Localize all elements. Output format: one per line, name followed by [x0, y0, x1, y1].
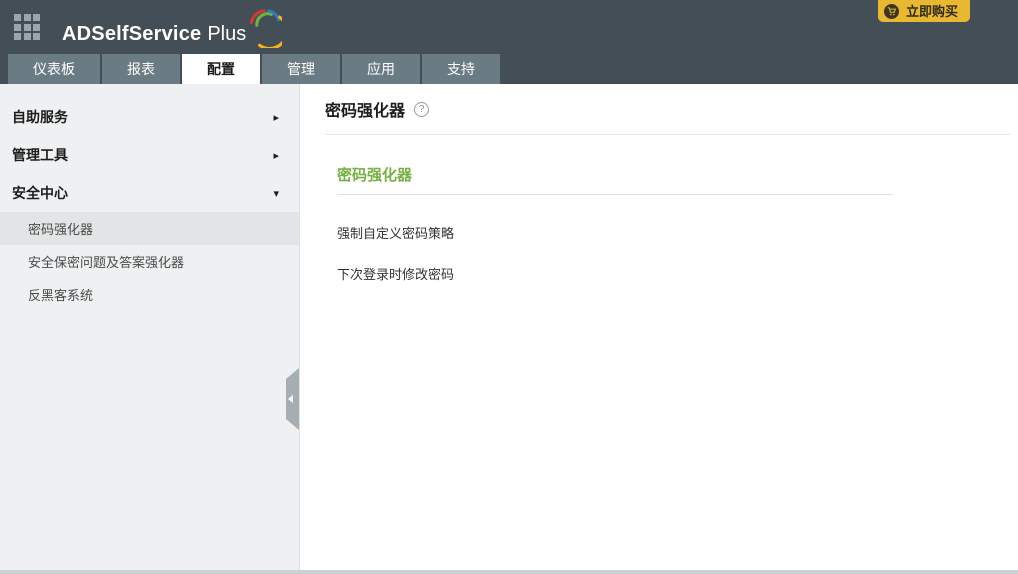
- chevron-down-icon: ▾: [273, 187, 279, 200]
- sidebar-group-label: 安全中心: [12, 183, 68, 203]
- tab-reports[interactable]: 报表: [102, 54, 180, 84]
- tab-dashboard[interactable]: 仪表板: [8, 54, 100, 84]
- tab-admin[interactable]: 管理: [262, 54, 340, 84]
- tab-application[interactable]: 应用: [342, 54, 420, 84]
- content-area: 自助服务 ▸ 管理工具 ▸ 安全中心 ▾ 密码强化器 安全保密问题及答案强化器 …: [0, 84, 1018, 570]
- buy-now-label: 立即购买: [906, 5, 958, 18]
- sidebar: 自助服务 ▸ 管理工具 ▸ 安全中心 ▾ 密码强化器 安全保密问题及答案强化器 …: [0, 84, 300, 570]
- sidebar-item-password-strengthener[interactable]: 密码强化器: [0, 212, 299, 245]
- header-row: ADSelfService Plus 立即购买: [0, 0, 1018, 54]
- sidebar-item-admin-tools[interactable]: 管理工具 ▸: [0, 136, 299, 174]
- sidebar-item-self-service[interactable]: 自助服务 ▸: [0, 98, 299, 136]
- chevron-right-icon: ▸: [273, 149, 279, 162]
- section-heading: 密码强化器: [337, 164, 1010, 185]
- tab-configuration[interactable]: 配置: [182, 54, 260, 84]
- app-grid-icon[interactable]: [14, 14, 40, 40]
- brand-logo: ADSelfService Plus: [62, 8, 282, 46]
- logo-swoosh-icon: [248, 8, 282, 48]
- page-title: 密码强化器: [325, 97, 405, 121]
- tab-support[interactable]: 支持: [422, 54, 500, 84]
- nav-tabs: 仪表板 报表 配置 管理 应用 支持: [0, 54, 1018, 84]
- sidebar-item-security-center[interactable]: 安全中心 ▾: [0, 174, 299, 212]
- password-strengthener-section: 密码强化器 强制自定义密码策略 下次登录时修改密码: [337, 164, 1010, 283]
- chevron-right-icon: ▸: [273, 111, 279, 124]
- title-divider: [325, 134, 1010, 135]
- brand-name: ADSelfService: [62, 23, 201, 46]
- sidebar-sub-label: 密码强化器: [28, 219, 93, 238]
- main-content: 密码强化器 ? 密码强化器 强制自定义密码策略 下次登录时修改密码: [300, 84, 1018, 570]
- sidebar-sub-label: 反黑客系统: [28, 285, 93, 304]
- page-header: 密码强化器 ?: [325, 97, 1010, 121]
- help-icon[interactable]: ?: [414, 102, 429, 117]
- buy-now-button[interactable]: 立即购买: [878, 0, 970, 22]
- chevron-left-icon: [288, 395, 293, 403]
- sidebar-sub-label: 安全保密问题及答案强化器: [28, 252, 184, 271]
- section-divider: [337, 194, 893, 195]
- sidebar-group-label: 自助服务: [12, 107, 68, 127]
- cart-icon: [884, 4, 899, 19]
- link-enforce-custom-password-policy[interactable]: 强制自定义密码策略: [337, 223, 1010, 242]
- link-change-password-at-next-logon[interactable]: 下次登录时修改密码: [337, 264, 1010, 283]
- top-bar: ADSelfService Plus 立即购买 仪表板 报表 配置 管理: [0, 0, 1018, 84]
- bottom-edge: [0, 570, 1018, 574]
- sidebar-group-label: 管理工具: [12, 145, 68, 165]
- sidebar-item-security-qa-strengthener[interactable]: 安全保密问题及答案强化器: [0, 245, 299, 278]
- sidebar-collapse-handle[interactable]: [286, 368, 299, 430]
- sidebar-item-anti-hacker-system[interactable]: 反黑客系统: [0, 278, 299, 311]
- brand-suffix: Plus: [207, 23, 246, 46]
